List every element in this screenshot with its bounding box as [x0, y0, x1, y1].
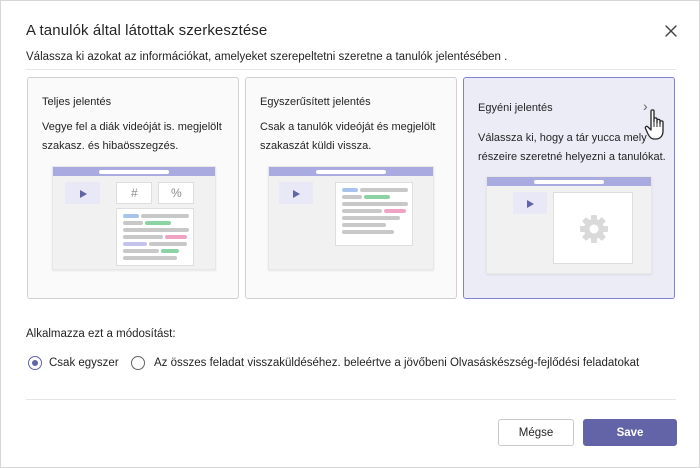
card-description: Válassza ki, hogy a tár yucca mely része…	[478, 132, 666, 163]
hash-icon: #	[131, 186, 138, 200]
video-tile	[65, 182, 100, 204]
card-simplified-report[interactable]: Egyszerűsített jelentés Csak a tanulók v…	[245, 77, 457, 299]
simplified-report-illustration	[268, 166, 434, 270]
divider	[26, 399, 676, 400]
play-icon	[80, 190, 87, 198]
card-title: Teljes jelentés	[42, 96, 112, 108]
card-full-report[interactable]: Teljes jelentés Vegye fel a diák videójá…	[27, 77, 239, 299]
dialog-subtitle: Válassza ki azokat az információkat, ame…	[26, 51, 508, 63]
text-passage-tile	[335, 182, 413, 246]
radio-all-assignments-label[interactable]: Az összes feladat visszaküldéséhez. bele…	[154, 357, 639, 369]
percent-icon: %	[171, 186, 182, 200]
video-tile	[279, 182, 313, 204]
full-report-illustration: # %	[52, 166, 216, 270]
play-icon	[527, 200, 534, 208]
card-title: Egyéni jelentés	[478, 102, 553, 114]
save-button[interactable]: Save	[583, 419, 677, 446]
close-icon	[665, 25, 677, 37]
card-title: Egyszerűsített jelentés	[260, 96, 371, 108]
card-description: Vegye fel a diák videóját is. megjelölt …	[42, 121, 222, 153]
divider	[26, 69, 676, 70]
apply-label: Alkalmazza ezt a módosítást:	[26, 328, 176, 340]
dialog-title: A tanulók által látottak szerkesztése	[26, 22, 268, 39]
radio-once[interactable]	[28, 356, 42, 370]
percent-tile: %	[158, 182, 194, 204]
video-tile	[513, 192, 547, 214]
edit-report-dialog: A tanulók által látottak szerkesztése Vá…	[0, 0, 700, 468]
close-button[interactable]	[661, 21, 681, 41]
custom-section-tile	[553, 192, 633, 264]
radio-once-label[interactable]: Csak egyszer	[49, 357, 119, 369]
hand-pointer-icon	[644, 109, 664, 140]
text-passage-tile	[116, 208, 194, 266]
radio-all-assignments[interactable]	[131, 356, 145, 370]
custom-report-illustration	[486, 176, 652, 274]
play-icon	[293, 190, 300, 198]
gear-icon	[580, 215, 608, 243]
cancel-button[interactable]: Mégse	[498, 419, 574, 446]
card-description: Csak a tanulók videóját és megjelölt sza…	[260, 121, 436, 153]
score-tile: #	[116, 182, 152, 204]
